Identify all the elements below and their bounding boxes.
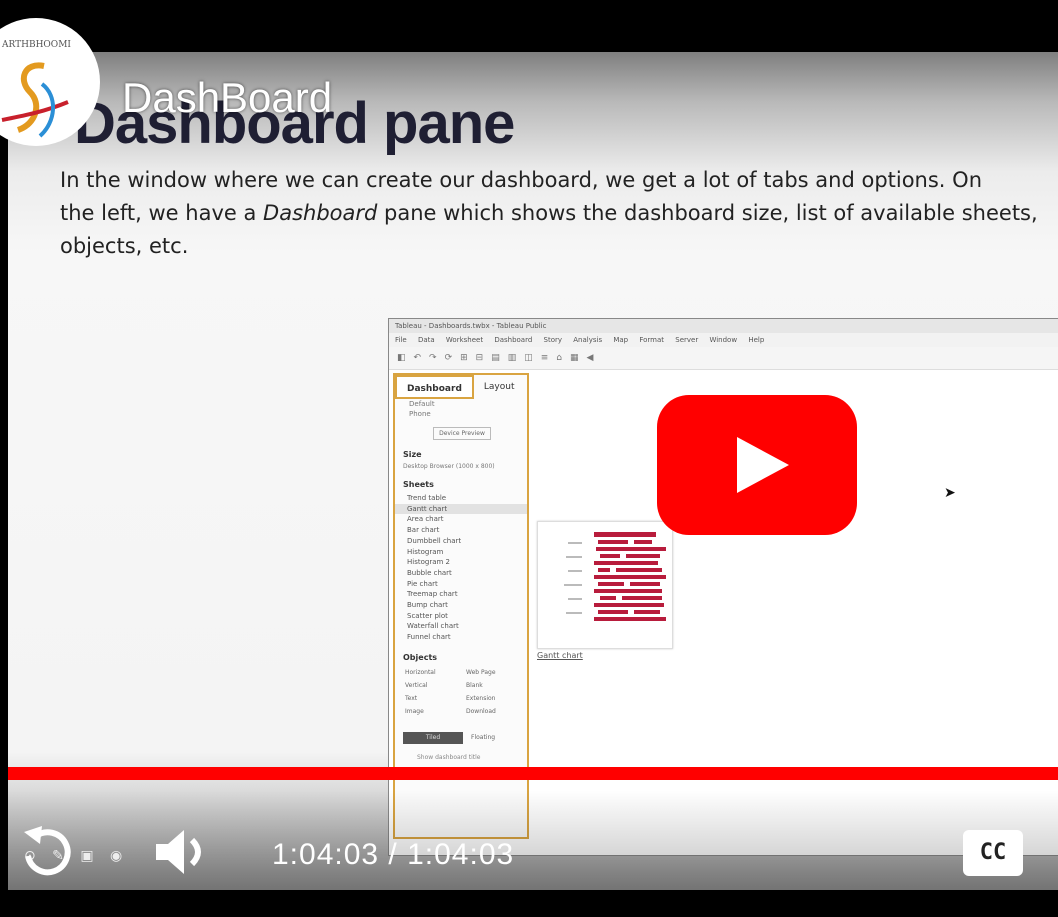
object-item: Extension [466,694,496,702]
object-item: Text [405,694,418,702]
play-icon [737,437,789,493]
pane-tabs: Dashboard Layout [395,375,527,399]
replay-button[interactable] [20,822,72,878]
floating-toggle: Floating [471,734,496,742]
replay-icon [24,826,71,876]
logo-text: ARTHBHOOMI [2,40,71,50]
list-item: Bar chart [407,526,440,535]
slide-body-line: In the window where we can create our da… [60,168,983,192]
slide-body: In the window where we can create our da… [60,164,1058,263]
list-item: Funnel chart [407,633,451,642]
volume-button[interactable] [152,824,214,880]
menu-item: Analysis [573,336,603,344]
objects-label: Objects [403,652,438,662]
device-preview-button: Device Preview [433,427,491,440]
list-item: Gantt chart [395,503,527,515]
objects-grid: Horizontal Web Page Vertical Blank Text … [395,666,527,718]
chart-caption: Gantt chart [537,651,583,660]
gantt-chart-image [564,532,666,621]
size-label: Size [403,450,422,459]
menu-item: Story [543,336,563,344]
slide-body-line: objects, etc. [60,234,189,258]
tab-dashboard: Dashboard [395,375,474,399]
cc-button[interactable]: CC [963,830,1023,876]
layout-mode: Tiled Floating [403,731,527,744]
menu-item: File [395,336,407,344]
menu-item: Data [417,336,435,344]
gantt-chart-thumbnail [537,521,673,649]
list-item: Bubble chart [407,568,452,577]
slide-body-text: pane which shows the dashboard size, lis… [377,201,1038,225]
menu-item: Help [748,336,765,344]
menu-item: Window [709,336,738,344]
slide: Dashboard pane In the window where we ca… [8,52,1058,890]
show-title-checkbox: Show dashboard title [417,753,481,761]
sheets-label: Sheets [403,480,434,489]
object-item: Horizontal [405,668,436,676]
list-item: Trend table [407,494,447,502]
list-item: Dumbbell chart [407,536,462,545]
object-item: Web Page [466,668,496,676]
menu-item: Map [613,336,629,344]
slide-body-line: the left, we have a Dashboard pane which… [60,197,1058,230]
time-display: 1:04:03 / 1:04:03 [272,838,515,871]
list-item: Histogram [407,547,444,556]
progress-bar[interactable] [8,767,1058,780]
list-item: Bump chart [407,601,448,610]
list-item: Waterfall chart [407,622,459,631]
channel-title: DashBoard [122,74,333,121]
sheet-list: Trend table Gantt chart Area chart Bar c… [395,493,527,643]
object-item: Vertical [405,681,428,689]
list-item: Area chart [407,515,444,524]
tab-layout: Layout [483,382,515,392]
video-player[interactable]: Dashboard pane In the window where we ca… [0,0,1058,917]
menu-item: Format [639,336,665,344]
object-item: Download [466,707,496,715]
list-item: Treemap chart [407,590,458,599]
toolbar: ◧↶↷⟳⊞⊟▤▥◫≡⌂▦◀ [389,347,1058,370]
list-item: Histogram 2 [407,558,450,567]
device-phone: Phone [409,410,431,418]
volume-icon [156,830,201,874]
window-titlebar: Tableau - Dashboards.twbx - Tableau Publ… [389,319,1058,333]
play-button[interactable] [657,395,857,535]
menu-bar: File Data Worksheet Dashboard Story Anal… [389,333,1058,347]
size-value: Desktop Browser (1000 x 800) [403,463,495,470]
tiled-toggle: Tiled [403,731,463,744]
object-item: Image [405,707,424,715]
menu-item: Server [675,336,699,344]
slide-body-emphasis: Dashboard [263,201,378,225]
list-item: Pie chart [407,579,438,588]
menu-item: Worksheet [445,336,484,344]
mouse-cursor-icon: ➤ [944,485,956,501]
menu-item: Dashboard [494,336,533,344]
object-item: Blank [466,681,483,689]
slide-body-text: the left, we have a [60,201,264,225]
list-item: Scatter plot [407,611,448,620]
